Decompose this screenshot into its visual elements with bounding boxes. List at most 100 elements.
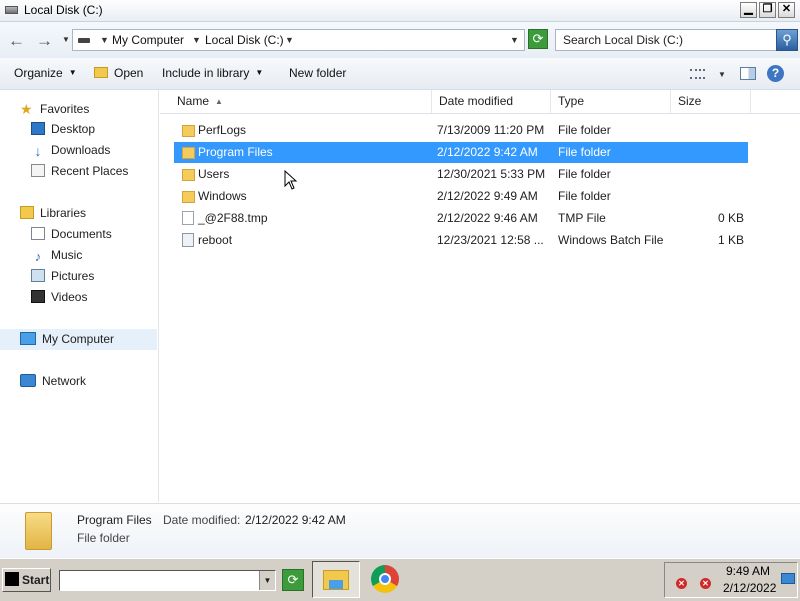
taskbar: Start ▼ ⟳ ✕ ✕ 9:49 AM 2/12/2022 (0, 558, 800, 601)
file-row-program-files[interactable]: Program Files 2/12/2022 9:42 AM File fol… (174, 142, 748, 163)
error-icon[interactable]: ✕ (700, 578, 711, 589)
new-folder-button[interactable]: New folder (289, 66, 346, 80)
details-date-value: 2/12/2022 9:42 AM (245, 513, 346, 527)
start-button[interactable]: Start (2, 568, 51, 592)
file-size: 0 KB (717, 211, 744, 225)
refresh-icon[interactable]: ⟳ (528, 29, 548, 49)
file-date: 12/23/2021 12:58 ... (437, 233, 544, 247)
search-input[interactable]: Search Local Disk (C:) ⚲ (555, 29, 798, 51)
nav-my-computer[interactable]: My Computer (20, 332, 114, 346)
nav-favorites-label: Favorites (40, 102, 90, 116)
error-icon[interactable]: ✕ (676, 578, 687, 589)
nav-network[interactable]: Network (20, 374, 86, 388)
clock-date[interactable]: 2/12/2022 (723, 581, 776, 595)
nav-item-downloads[interactable]: ↓ Downloads (31, 143, 111, 159)
column-header-label: Name (177, 94, 210, 108)
view-options-icon[interactable] (690, 69, 705, 79)
drive-icon (5, 6, 18, 14)
run-input[interactable]: ▼ (59, 570, 276, 591)
column-header-date-modified[interactable]: Date modified (432, 90, 551, 113)
file-type: File folder (558, 189, 611, 203)
details-item-type: File folder (77, 531, 130, 545)
sort-ascending-icon: ▲ (215, 97, 223, 106)
chevron-down-icon: ▼ (68, 68, 77, 77)
breadcrumb-local-disk[interactable]: Local Disk (C:) (205, 33, 284, 47)
file-type: File folder (558, 145, 611, 159)
column-header-size[interactable]: Size (671, 90, 751, 113)
maximize-button[interactable]: ❐ (759, 2, 776, 18)
details-date-label: Date modified: (163, 513, 241, 527)
folder-icon (182, 147, 195, 159)
open-label: Open (114, 66, 144, 80)
monitor-icon[interactable] (781, 573, 795, 584)
nav-item-desktop[interactable]: Desktop (31, 122, 95, 136)
address-history-chevron-down-icon[interactable]: ▼ (510, 35, 519, 45)
include-in-library-button[interactable]: Include in library ▼ (162, 66, 263, 80)
clock-time[interactable]: 9:49 AM (726, 564, 770, 578)
organize-button[interactable]: Organize ▼ (14, 66, 77, 80)
column-header-name[interactable]: Name ▲ (170, 90, 432, 113)
nav-item-label: Music (51, 248, 83, 262)
file-type: TMP File (558, 211, 606, 225)
breadcrumb-my-computer[interactable]: My Computer (112, 33, 184, 47)
nav-libraries[interactable]: Libraries (20, 206, 86, 220)
download-arrow-icon: ↓ (34, 143, 42, 159)
close-button[interactable]: ✕ (778, 2, 795, 18)
file-row-reboot[interactable]: reboot 12/23/2021 12:58 ... Windows Batc… (174, 230, 748, 251)
file-row-windows[interactable]: Windows 2/12/2022 9:49 AM File folder (174, 186, 748, 207)
desktop-icon (31, 122, 45, 135)
nav-item-label: Documents (51, 227, 112, 241)
chevron-down-icon: ▼ (255, 68, 264, 77)
file-name: _@2F88.tmp (198, 211, 268, 225)
file-row-perflogs[interactable]: PerfLogs 7/13/2009 11:20 PM File folder (174, 120, 748, 141)
file-date: 7/13/2009 11:20 PM (437, 123, 545, 137)
folder-icon (182, 191, 195, 203)
taskbar-app-explorer[interactable] (312, 561, 360, 598)
recent-pages-chevron-down-icon[interactable]: ▼ (62, 35, 70, 44)
search-icon[interactable]: ⚲ (776, 29, 798, 51)
file-name: Program Files (198, 145, 273, 159)
recent-places-icon (31, 164, 45, 177)
details-pane: Program Files Date modified: 2/12/2022 9… (0, 503, 800, 559)
run-go-icon[interactable]: ⟳ (282, 569, 304, 591)
file-type: File folder (558, 123, 611, 137)
nav-item-pictures[interactable]: Pictures (31, 269, 94, 283)
minimize-button[interactable]: ▁ (740, 2, 757, 18)
chevron-down-icon[interactable]: ▼ (718, 70, 726, 79)
nav-item-recent-places[interactable]: Recent Places (31, 164, 128, 178)
search-placeholder: Search Local Disk (C:) (563, 33, 684, 47)
folder-icon (182, 169, 195, 181)
chevron-down-icon[interactable]: ▼ (285, 35, 294, 45)
file-row-users[interactable]: Users 12/30/2021 5:33 PM File folder (174, 164, 748, 185)
chrome-icon (371, 565, 399, 593)
command-bar: Organize ▼ Open Include in library ▼ New f… (0, 58, 800, 90)
file-date: 2/12/2022 9:42 AM (437, 145, 538, 159)
help-icon[interactable]: ? (767, 65, 784, 82)
file-row-tmp[interactable]: _@2F88.tmp 2/12/2022 9:46 AM TMP File 0 … (174, 208, 748, 229)
start-label: Start (22, 573, 50, 587)
breadcrumb[interactable]: ▼ My Computer ▼ Local Disk (C:) ▼ ▼ (72, 29, 525, 51)
include-in-library-label: Include in library (162, 66, 250, 80)
file-icon (182, 211, 194, 225)
nav-item-label: Desktop (51, 122, 96, 136)
forward-arrow-icon[interactable]: → (36, 31, 53, 51)
column-header-type[interactable]: Type (551, 90, 671, 113)
organize-label: Organize (14, 66, 63, 80)
column-headers: Name ▲ Date modified Type Size (160, 90, 800, 114)
taskbar-app-chrome[interactable] (362, 561, 410, 598)
chevron-down-icon[interactable]: ▼ (100, 35, 109, 45)
chevron-down-icon[interactable]: ▼ (192, 35, 201, 45)
open-button[interactable]: Open (94, 66, 143, 80)
nav-item-label: Downloads (51, 143, 111, 157)
nav-item-videos[interactable]: Videos (31, 290, 87, 304)
nav-item-label: Videos (51, 290, 88, 304)
nav-item-documents[interactable]: Documents (31, 227, 112, 241)
documents-icon (31, 227, 45, 240)
nav-item-music[interactable]: ♪ Music (31, 248, 83, 263)
chevron-down-icon[interactable]: ▼ (259, 571, 275, 590)
file-name: Windows (198, 189, 247, 203)
nav-favorites[interactable]: ★ Favorites (20, 101, 90, 117)
back-arrow-icon[interactable]: ← (8, 31, 25, 51)
navigation-pane: ★ Favorites Desktop ↓ Downloads Recent Pla… (0, 90, 159, 502)
preview-pane-icon[interactable] (740, 67, 756, 80)
